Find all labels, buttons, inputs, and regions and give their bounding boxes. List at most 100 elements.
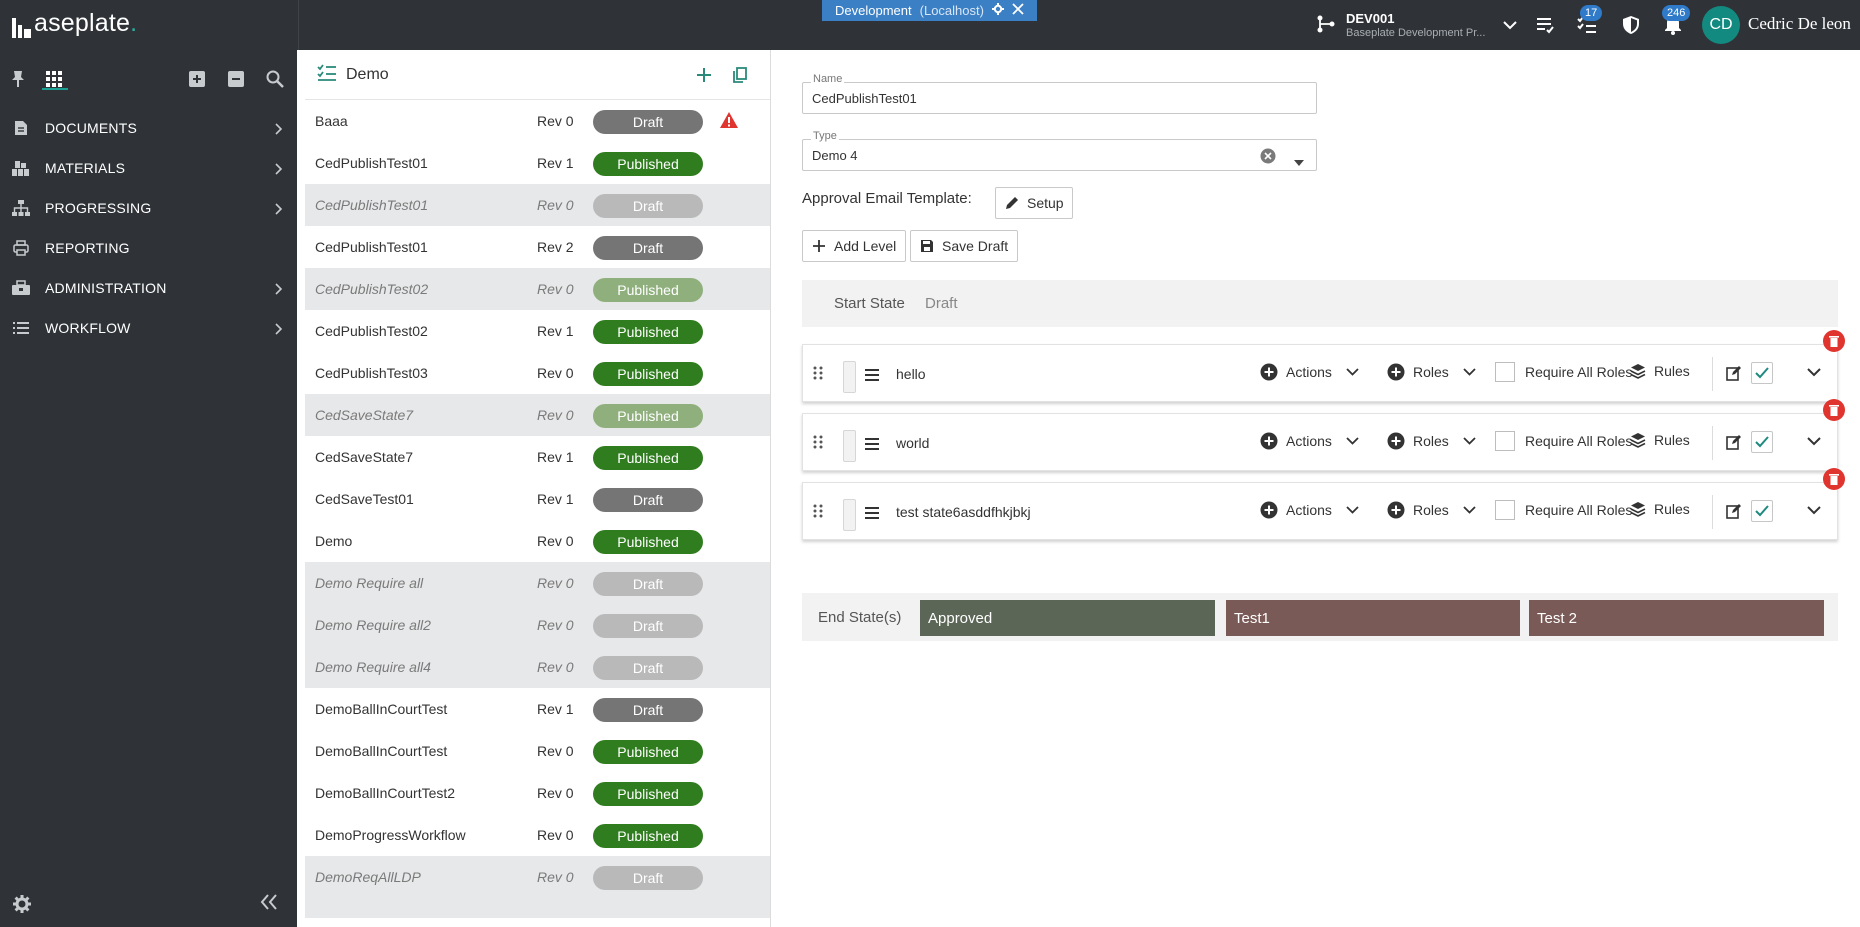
chevron-down-icon[interactable] bbox=[1807, 502, 1821, 518]
edit-icon[interactable] bbox=[1726, 365, 1742, 384]
list-item[interactable]: DemoBallInCourtTest Rev 0 Published bbox=[305, 730, 770, 772]
add-workflow-button[interactable] bbox=[694, 65, 714, 85]
search-icon[interactable] bbox=[264, 68, 286, 90]
type-select[interactable]: Type Demo 4 bbox=[802, 130, 1317, 171]
copy-workflow-icon[interactable] bbox=[730, 65, 750, 85]
collapse-all-icon[interactable] bbox=[225, 68, 247, 90]
name-label: Name bbox=[811, 73, 845, 85]
drag-handle-icon[interactable] bbox=[813, 504, 823, 521]
list-item[interactable]: DemoReqAllLDP Rev 0 Draft bbox=[305, 856, 770, 898]
collapse-sidebar-icon[interactable] bbox=[260, 894, 278, 913]
chevron-down-icon bbox=[1463, 506, 1476, 514]
menu-icon[interactable] bbox=[865, 437, 879, 453]
list-item[interactable]: Demo Require all4 Rev 0 Draft bbox=[305, 646, 770, 688]
list-item[interactable]: DemoBallInCourtTest Rev 1 Draft bbox=[305, 688, 770, 730]
list-item[interactable]: Demo Require all Rev 0 Draft bbox=[305, 562, 770, 604]
actions-dropdown[interactable]: Actions bbox=[1260, 501, 1359, 519]
level-color-swatch[interactable] bbox=[843, 499, 856, 531]
user-name[interactable]: Cedric De leon bbox=[1748, 14, 1851, 34]
actions-dropdown[interactable]: Actions bbox=[1260, 432, 1359, 450]
app-logo[interactable]: aseplate. bbox=[12, 9, 137, 38]
confirm-check-icon[interactable] bbox=[1751, 500, 1773, 522]
printer-icon bbox=[12, 240, 30, 256]
level-color-swatch[interactable] bbox=[843, 361, 856, 393]
settings-gear-icon[interactable] bbox=[12, 894, 32, 917]
chevron-right-icon bbox=[275, 162, 283, 178]
project-selector[interactable]: DEV001 Baseplate Development Pr... bbox=[1316, 10, 1518, 40]
sidebar-item-reporting[interactable]: REPORTING bbox=[0, 228, 297, 268]
status-badge: Draft bbox=[593, 572, 703, 596]
chevron-down-icon[interactable] bbox=[1807, 433, 1821, 449]
end-state-test2[interactable]: Test 2 bbox=[1529, 600, 1824, 636]
list-item[interactable]: Demo Rev 0 Published bbox=[305, 520, 770, 562]
list-item[interactable]: CedPublishTest03 Rev 0 Published bbox=[305, 352, 770, 394]
clear-icon[interactable] bbox=[1260, 148, 1276, 167]
sidebar-item-documents[interactable]: DOCUMENTS bbox=[0, 108, 297, 148]
roles-dropdown[interactable]: Roles bbox=[1387, 432, 1476, 450]
chevron-down-icon[interactable] bbox=[1807, 364, 1821, 380]
sidebar-item-progressing[interactable]: PROGRESSING bbox=[0, 188, 297, 228]
save-draft-button[interactable]: Save Draft bbox=[910, 230, 1018, 262]
actions-dropdown[interactable]: Actions bbox=[1260, 363, 1359, 381]
sidebar-item-administration[interactable]: ADMINISTRATION bbox=[0, 268, 297, 308]
rules-button[interactable]: Rules bbox=[1630, 363, 1690, 379]
status-badge: Published bbox=[593, 362, 703, 386]
list-item[interactable]: Baaa Rev 0 Draft bbox=[305, 100, 770, 142]
list-item[interactable]: CedSaveState7 Rev 0 Published bbox=[305, 394, 770, 436]
roles-dropdown[interactable]: Roles bbox=[1387, 363, 1476, 381]
level-name[interactable]: world bbox=[896, 435, 929, 451]
shield-icon[interactable] bbox=[1620, 14, 1642, 36]
name-input-value[interactable]: CedPublishTest01 bbox=[812, 91, 917, 106]
add-level-button[interactable]: Add Level bbox=[802, 230, 906, 262]
list-item[interactable]: DemoBallInCourtTest2 Rev 0 Published bbox=[305, 772, 770, 814]
env-settings-icon[interactable] bbox=[991, 3, 1004, 18]
pin-icon[interactable] bbox=[7, 68, 29, 90]
confirm-check-icon[interactable] bbox=[1751, 431, 1773, 453]
menu-icon[interactable] bbox=[865, 506, 879, 522]
level-name[interactable]: test state6asddfhkjbkj bbox=[896, 504, 1031, 520]
env-close-icon[interactable] bbox=[1012, 3, 1024, 18]
list-item[interactable]: CedPublishTest02 Rev 1 Published bbox=[305, 310, 770, 352]
caret-down-icon[interactable] bbox=[1294, 153, 1304, 169]
list-item[interactable]: DemoProgressWorkflow Rev 0 Published bbox=[305, 814, 770, 856]
list-item[interactable]: CedPublishTest02 Rev 0 Published bbox=[305, 268, 770, 310]
confirm-check-icon[interactable] bbox=[1751, 362, 1773, 384]
require-all-roles-checkbox[interactable]: Require All Roles bbox=[1495, 500, 1632, 520]
list-item[interactable]: CedPublishTest01 Rev 2 Draft bbox=[305, 226, 770, 268]
expand-all-icon[interactable] bbox=[186, 68, 208, 90]
avatar[interactable]: CD bbox=[1702, 6, 1740, 44]
grid-icon[interactable] bbox=[43, 68, 65, 90]
end-state-test1[interactable]: Test1 bbox=[1226, 600, 1520, 636]
edit-icon[interactable] bbox=[1726, 503, 1742, 522]
chevron-down-icon bbox=[1463, 437, 1476, 445]
sidebar-item-workflow[interactable]: WORKFLOW bbox=[0, 308, 297, 348]
list-item[interactable]: CedSaveState7 Rev 1 Published bbox=[305, 436, 770, 478]
require-all-roles-checkbox[interactable]: Require All Roles bbox=[1495, 431, 1632, 451]
list-item[interactable]: Demo Require all2 Rev 0 Draft bbox=[305, 604, 770, 646]
delete-level-button[interactable] bbox=[1823, 468, 1845, 490]
edit-icon[interactable] bbox=[1726, 434, 1742, 453]
setup-button[interactable]: Setup bbox=[995, 187, 1073, 219]
level-color-swatch[interactable] bbox=[843, 430, 856, 462]
name-field[interactable]: Name CedPublishTest01 bbox=[802, 73, 1317, 114]
list-item[interactable]: CedPublishTest01 Rev 0 Draft bbox=[305, 184, 770, 226]
list-item[interactable]: CedPublishTest01 Rev 1 Published bbox=[305, 142, 770, 184]
drag-handle-icon[interactable] bbox=[813, 366, 823, 383]
level-name[interactable]: hello bbox=[896, 366, 926, 382]
delete-level-button[interactable] bbox=[1823, 399, 1845, 421]
materials-icon bbox=[12, 160, 30, 176]
drag-handle-icon[interactable] bbox=[813, 435, 823, 452]
environment-pill[interactable]: Development (Localhost) bbox=[822, 0, 1037, 21]
menu-icon[interactable] bbox=[865, 368, 879, 384]
delete-level-button[interactable] bbox=[1823, 330, 1845, 352]
list-item[interactable]: CedSaveTest01 Rev 1 Draft bbox=[305, 478, 770, 520]
sidebar-item-materials[interactable]: MATERIALS bbox=[0, 148, 297, 188]
tasks-list-icon[interactable] bbox=[1534, 14, 1556, 36]
rules-button[interactable]: Rules bbox=[1630, 432, 1690, 448]
rules-button[interactable]: Rules bbox=[1630, 501, 1690, 517]
project-tree-icon bbox=[1316, 15, 1336, 36]
end-state-approved[interactable]: Approved bbox=[920, 600, 1215, 636]
roles-dropdown[interactable]: Roles bbox=[1387, 501, 1476, 519]
status-badge: Draft bbox=[593, 866, 703, 890]
require-all-roles-checkbox[interactable]: Require All Roles bbox=[1495, 362, 1632, 382]
